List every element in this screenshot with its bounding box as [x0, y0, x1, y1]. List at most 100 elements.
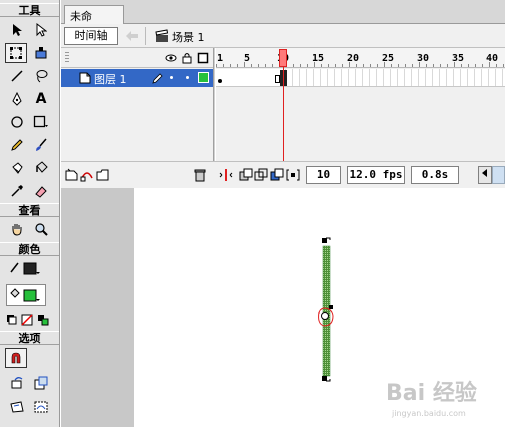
modify-onion-markers-icon[interactable]: [286, 168, 300, 182]
brush-tool[interactable]: [30, 135, 52, 155]
watermark-text: Bai 经验: [386, 380, 477, 406]
scene-name[interactable]: 场景 1: [172, 29, 205, 45]
add-folder-icon[interactable]: [96, 168, 110, 182]
zoom-tool[interactable]: [30, 219, 52, 239]
ruler-tick: [489, 62, 490, 67]
frame-rate-field[interactable]: 12.0 fps: [347, 166, 405, 184]
eyedropper-tool[interactable]: [6, 181, 28, 201]
tools-panel: 工具 A 查看 颜色 选项: [0, 0, 60, 427]
ink-bottle-tool[interactable]: [6, 158, 28, 178]
ruler-tick: [454, 62, 455, 67]
white-arrow-icon: [36, 23, 47, 37]
center-frame-icon[interactable]: [219, 168, 233, 182]
transformed-bar-shape[interactable]: [311, 236, 341, 386]
rotate-skew-icon: [11, 377, 23, 389]
timeline-footer: 10 12.0 fps 0.8s: [61, 161, 505, 188]
outline-icon[interactable]: [197, 52, 209, 64]
ruler-tick: [237, 64, 238, 67]
eraser-tool[interactable]: [30, 181, 52, 201]
ruler-tick: [398, 64, 399, 67]
transform-icon: [10, 47, 22, 59]
ruler-tick: [384, 62, 385, 67]
ruler-tick: [258, 64, 259, 67]
fill-color-control[interactable]: [6, 284, 46, 306]
ruler-tick: [328, 64, 329, 67]
tools-section-header: 工具: [0, 3, 59, 17]
ruler-tick: [342, 64, 343, 67]
magnet-icon: [11, 352, 21, 364]
lock-icon[interactable]: [181, 52, 193, 64]
hand-tool[interactable]: [6, 219, 28, 239]
stroke-color-control[interactable]: [6, 258, 46, 278]
fill-color-swatch-icon: [10, 288, 40, 302]
add-layer-icon[interactable]: [65, 168, 79, 182]
distort-option[interactable]: [6, 397, 28, 417]
rotate-skew-option[interactable]: [6, 373, 28, 393]
grip-handle[interactable]: [65, 52, 69, 64]
pencil-icon: [11, 139, 23, 151]
text-tool[interactable]: A: [30, 89, 52, 109]
playhead[interactable]: [279, 49, 287, 67]
ruler-tick: [349, 62, 350, 67]
timeline-scrollbar[interactable]: [492, 166, 505, 184]
ruler-tick: [468, 64, 469, 67]
document-tab-bar: 未命名-1*: [61, 0, 505, 39]
oval-icon: [11, 116, 23, 128]
stroke-color-swatch-icon: [10, 262, 40, 275]
trash-icon[interactable]: [193, 168, 207, 182]
transformation-point[interactable]: [321, 312, 329, 320]
keyframe-dot[interactable]: [218, 79, 222, 83]
onion-skin-icon[interactable]: [239, 168, 253, 182]
onion-skin-outlines-icon[interactable]: [254, 168, 268, 182]
ruler-tick: [461, 64, 462, 67]
ruler-tick: [419, 62, 420, 67]
document-tab[interactable]: 未命名-1*: [64, 5, 124, 39]
rectangle-tool[interactable]: [30, 112, 52, 132]
edit-multiple-frames-icon[interactable]: [270, 168, 284, 182]
transform-handle-top[interactable]: [322, 238, 327, 243]
envelope-option[interactable]: [30, 397, 52, 417]
ruler-tick: [475, 64, 476, 67]
timeline-scroll-left[interactable]: [478, 166, 492, 184]
outline-color-square[interactable]: [198, 72, 209, 83]
pencil-tool[interactable]: [6, 135, 28, 155]
transform-handle-right[interactable]: [329, 305, 333, 309]
layer-frame-row[interactable]: [216, 69, 505, 87]
subselection-tool[interactable]: [30, 20, 52, 40]
ruler-tick: [300, 64, 301, 67]
edit-bar: 时间轴 场景 1: [61, 24, 505, 48]
add-motion-guide-icon[interactable]: [80, 168, 94, 182]
free-transform-tool[interactable]: [5, 43, 27, 63]
lasso-tool[interactable]: [30, 66, 52, 86]
layer-row[interactable]: 图层 1: [61, 69, 213, 87]
ruler-tick: [426, 64, 427, 67]
selection-tool[interactable]: [6, 20, 28, 40]
back-arrow-icon: [126, 31, 138, 41]
gradient-transform-tool[interactable]: [30, 43, 52, 63]
pen-tool[interactable]: [6, 89, 28, 109]
scale-option[interactable]: [30, 373, 52, 393]
ruler-tick: [272, 64, 273, 67]
visibility-dot[interactable]: [170, 76, 173, 79]
eraser-icon: [35, 186, 47, 198]
timeline-toggle-button[interactable]: 时间轴: [64, 27, 118, 45]
back-button[interactable]: [124, 28, 140, 44]
layer-name[interactable]: 图层 1: [94, 71, 127, 87]
green-bar-fill: [322, 245, 331, 377]
transform-handle-bottom[interactable]: [322, 376, 327, 381]
eye-icon[interactable]: [165, 52, 177, 64]
brush-icon: [36, 138, 47, 151]
playhead-line: [283, 67, 284, 161]
scale-icon: [34, 376, 48, 390]
line-tool[interactable]: [6, 66, 28, 86]
paint-bucket-tool[interactable]: [30, 158, 52, 178]
ruler-tick: [230, 64, 231, 67]
baidu-watermark: Bai 经验 jingyan.baidu.com: [386, 380, 477, 418]
snap-to-objects-option[interactable]: [5, 348, 27, 368]
lock-dot[interactable]: [186, 76, 189, 79]
ruler-tick: [216, 64, 217, 67]
frame-ruler[interactable]: 1 5 10 15 20 25 30 35 40: [216, 48, 505, 68]
ruler-tick: [251, 64, 252, 67]
oval-tool[interactable]: [6, 112, 28, 132]
envelope-icon: [34, 401, 48, 413]
